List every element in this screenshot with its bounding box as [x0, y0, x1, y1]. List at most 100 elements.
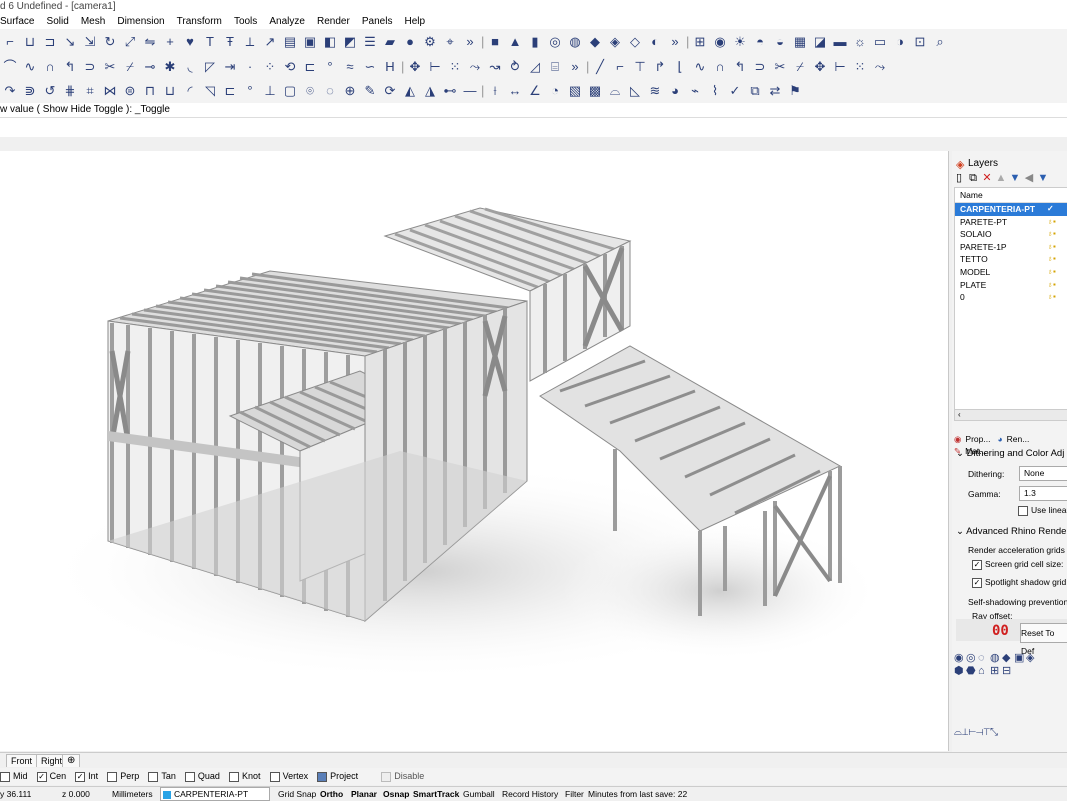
move-down-icon[interactable]: ▼: [1008, 172, 1022, 184]
block-icon[interactable]: ▣: [301, 33, 319, 51]
units-display[interactable]: Millimeters: [112, 788, 153, 800]
box-icon[interactable]: ■: [486, 33, 504, 51]
loft-icon[interactable]: ⋑: [21, 82, 39, 100]
use-linear-checkbox[interactable]: Use linear: [1018, 505, 1067, 516]
folder-icon[interactable]: ▰: [381, 33, 399, 51]
ground-icon[interactable]: ▬: [831, 33, 849, 51]
deg-2-icon[interactable]: °: [241, 82, 259, 100]
arc-icon[interactable]: ⌒: [1, 58, 19, 76]
distance-icon[interactable]: ↔: [506, 82, 524, 100]
screen-grid-checkbox[interactable]: ✓ Screen grid cell size:: [972, 559, 1063, 570]
layer-row[interactable]: CARPENTERIA-PT ✓: [955, 203, 1067, 216]
osnap-quad[interactable]: Quad: [184, 768, 220, 785]
layer-row[interactable]: PLATE ♁▪: [955, 279, 1067, 292]
rotate-icon[interactable]: ↻: [101, 33, 119, 51]
gumball-toggle[interactable]: Gumball: [463, 788, 495, 800]
clip-icon[interactable]: ⊟: [1002, 664, 1014, 677]
direction-icon[interactable]: ⇄: [766, 82, 784, 100]
radius-icon[interactable]: ◔: [546, 82, 564, 100]
snap-icon[interactable]: ⌾: [301, 82, 319, 100]
array-2-icon[interactable]: ⁙: [851, 58, 869, 76]
array-icon[interactable]: ⁙: [446, 58, 464, 76]
boolean-union-icon[interactable]: ◈: [606, 33, 624, 51]
edge-icon[interactable]: ⌁: [686, 82, 704, 100]
move-icon[interactable]: ↘: [61, 33, 79, 51]
menu-solid[interactable]: Solid: [47, 15, 69, 29]
fillet-icon[interactable]: ◐: [646, 33, 664, 51]
reset-defaults-button[interactable]: Reset To Def: [1020, 623, 1067, 656]
osnap-project[interactable]: Project: [317, 768, 358, 785]
scroll-left-icon[interactable]: ‹: [955, 410, 961, 419]
bend-3-icon[interactable]: ↰: [731, 58, 749, 76]
layers-title[interactable]: Layers: [968, 158, 998, 169]
solid-2-icon[interactable]: ⬣: [966, 664, 978, 677]
surface-offset-icon[interactable]: ⊜: [121, 82, 139, 100]
offset-2-icon[interactable]: ⊃: [751, 58, 769, 76]
smooth-icon[interactable]: ∽: [361, 58, 379, 76]
display-icon[interactable]: ▭: [871, 33, 889, 51]
dithering-select[interactable]: None: [1019, 466, 1067, 481]
grid-snap-toggle[interactable]: Grid Snap: [278, 788, 316, 800]
join-icon[interactable]: ⊸: [141, 58, 159, 76]
material-icon[interactable]: ◓: [751, 33, 769, 51]
section-icon[interactable]: ⊞: [990, 664, 1002, 677]
volume-icon[interactable]: ▩: [586, 82, 604, 100]
texture-icon[interactable]: ▦: [791, 33, 809, 51]
mirror-icon[interactable]: ⇋: [141, 33, 159, 51]
revolve-icon[interactable]: ↺: [41, 82, 59, 100]
lightbulb-lock-icon[interactable]: ♁▪: [1047, 266, 1056, 279]
menu-tools[interactable]: Tools: [234, 15, 257, 29]
split-icon[interactable]: ⌿: [121, 58, 139, 76]
spotlight-grid-checkbox[interactable]: ✓ Spotlight shadow grid si: [972, 577, 1067, 588]
chamfer-icon[interactable]: ◸: [201, 58, 219, 76]
dimension-icon[interactable]: ⟂: [241, 33, 259, 51]
pin-icon[interactable]: ⊥: [261, 82, 279, 100]
wave-2-icon[interactable]: ∿: [691, 58, 709, 76]
fillet-curve-icon[interactable]: ◟: [181, 58, 199, 76]
heart-icon[interactable]: ♥: [181, 33, 199, 51]
gamma-field[interactable]: 1.3: [1019, 486, 1067, 501]
torus-icon[interactable]: ◎: [546, 33, 564, 51]
area-icon[interactable]: ▧: [566, 82, 584, 100]
move-up-icon[interactable]: ▲: [994, 172, 1008, 184]
control-points-icon[interactable]: ⁘: [261, 58, 279, 76]
fit-icon[interactable]: ⊏: [301, 58, 319, 76]
elevation-icon[interactable]: ⊣: [976, 727, 984, 738]
bounding-box-icon[interactable]: ⧉: [746, 82, 764, 100]
osnap-vertex[interactable]: Vertex: [269, 768, 308, 785]
taper-icon[interactable]: ◿: [526, 58, 544, 76]
fillet-edge-icon[interactable]: ◜: [181, 82, 199, 100]
chamfer-edge-icon[interactable]: ◹: [201, 82, 219, 100]
smarttrack-toggle[interactable]: SmartTrack: [413, 788, 459, 800]
circle-point-icon[interactable]: ◌: [321, 82, 339, 100]
cage-icon[interactable]: ⌸: [546, 58, 564, 76]
filter-toggle[interactable]: Filter: [565, 788, 584, 800]
layer-row[interactable]: MODEL ♁▪: [955, 266, 1067, 279]
layer-icon[interactable]: ◩: [341, 33, 359, 51]
flow-icon[interactable]: ↝: [486, 58, 504, 76]
zebra-icon[interactable]: ≋: [646, 82, 664, 100]
add-tab-icon[interactable]: ⊕: [62, 754, 81, 767]
overflow-icon[interactable]: »: [461, 33, 479, 51]
lightbulb-lock-icon[interactable]: ♁▪: [1047, 216, 1056, 229]
filter-icon[interactable]: ▼: [1036, 172, 1050, 184]
scale-icon[interactable]: ⤢: [121, 33, 139, 51]
align-icon[interactable]: ⊢: [426, 58, 444, 76]
gumball-2-icon[interactable]: ✥: [811, 58, 829, 76]
bucket-icon[interactable]: ◭: [401, 82, 419, 100]
color-icon[interactable]: ◮: [421, 82, 439, 100]
boolean-diff-icon[interactable]: ◇: [626, 33, 644, 51]
layer-row[interactable]: TETTO ♁▪: [955, 253, 1067, 266]
align-2-icon[interactable]: ⊢: [831, 58, 849, 76]
new-sublayer-icon[interactable]: ⧉: [966, 172, 980, 185]
wave-icon[interactable]: ∿: [21, 58, 39, 76]
leader-icon[interactable]: ↗: [261, 33, 279, 51]
pipe-icon[interactable]: ◍: [566, 33, 584, 51]
select-icon[interactable]: ▢: [281, 82, 299, 100]
draft-icon[interactable]: ◺: [626, 82, 644, 100]
naked-edge-icon[interactable]: ⌇: [706, 82, 724, 100]
angle-icon[interactable]: ∠: [526, 82, 544, 100]
plane-icon[interactable]: ⌂: [978, 665, 990, 677]
zoom-icon[interactable]: ⌕: [931, 33, 949, 51]
menu-surface[interactable]: Surface: [0, 15, 34, 29]
